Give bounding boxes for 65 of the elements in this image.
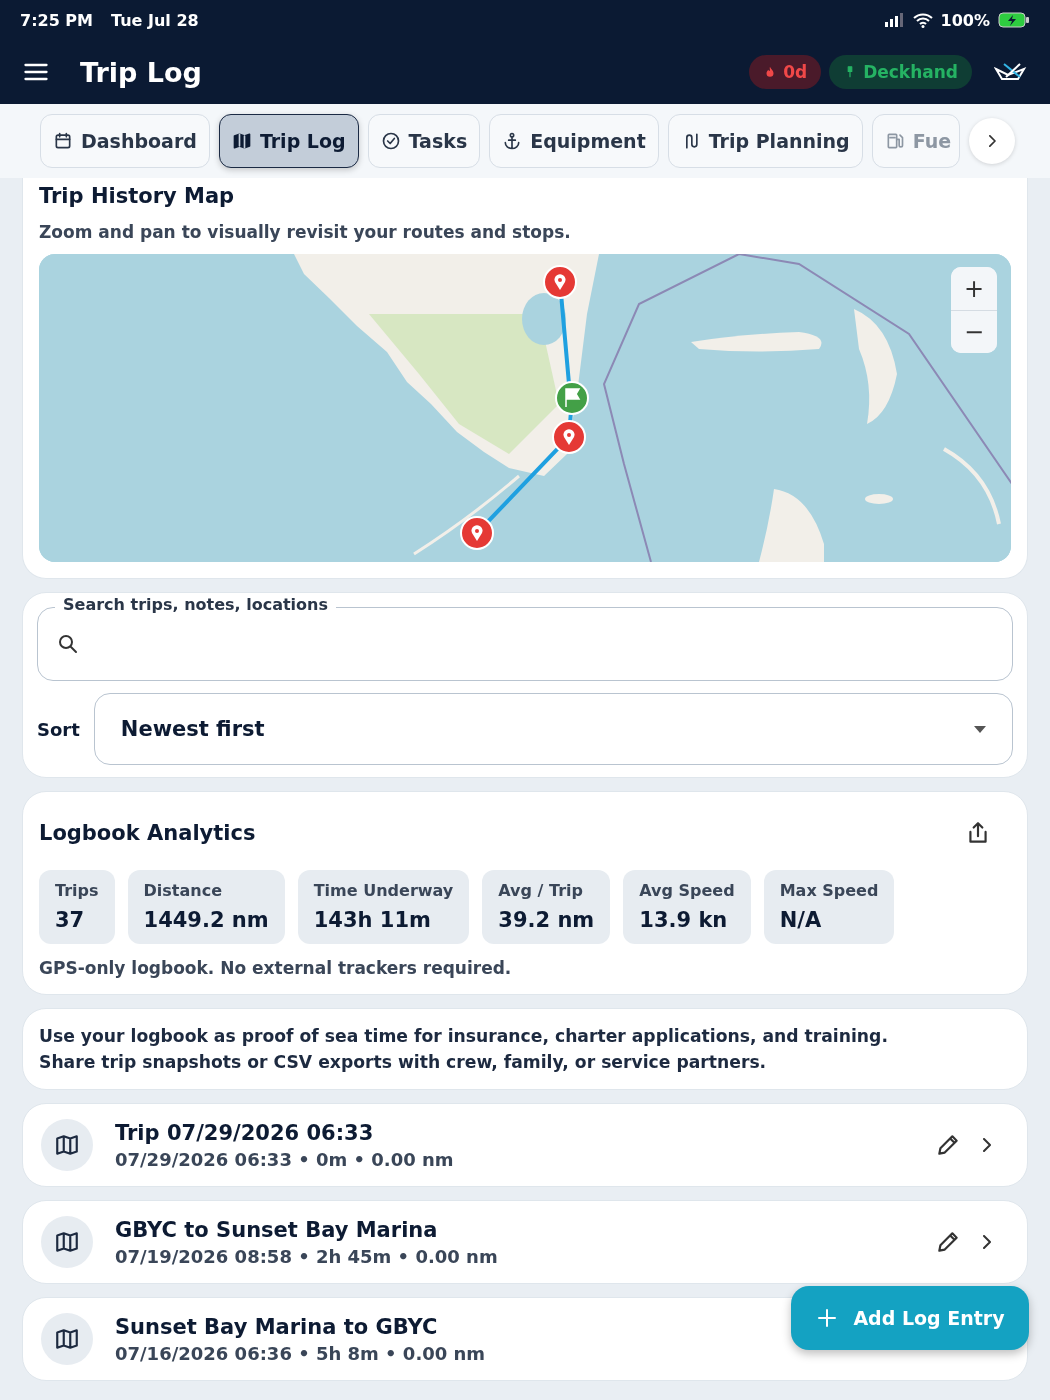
status-date: Tue Jul 28 — [111, 10, 199, 30]
map-pin-icon[interactable] — [543, 265, 577, 299]
map-pin-icon[interactable] — [552, 420, 586, 454]
trip-title: Trip 07/29/2026 06:33 — [115, 1120, 375, 1145]
wifi-icon — [912, 12, 933, 28]
stat-label: Distance — [143, 881, 223, 900]
check-circle-icon — [380, 131, 401, 151]
flag-marker-icon[interactable] — [555, 381, 589, 415]
open-button[interactable] — [983, 1138, 991, 1152]
nav-tab[interactable]: Tasks — [367, 114, 481, 168]
status-time: 7:25 PM — [20, 10, 93, 30]
chevron-right-icon — [983, 1235, 991, 1249]
map-icon — [54, 1326, 80, 1352]
analytics-note: GPS-only logbook. No external trackers required. — [39, 958, 513, 978]
signal-icon — [884, 13, 905, 27]
pencil-icon — [935, 1132, 961, 1158]
stat-label: Max Speed — [779, 881, 879, 900]
section-title: Logbook Analytics — [39, 821, 256, 845]
edit-button[interactable] — [935, 1229, 961, 1255]
open-button[interactable] — [983, 1235, 991, 1249]
section-subtitle: Zoom and pan to visually revisit your routes and stops. — [39, 222, 572, 242]
map-pin-icon[interactable] — [460, 516, 494, 550]
nav-tab[interactable]: Equipment — [489, 114, 659, 168]
trip-details: 07/16/2026 06:36 • 5h 8m • 0.00 nm — [115, 1342, 486, 1364]
badge-label: Deckhand — [863, 62, 958, 82]
edit-button[interactable] — [935, 1132, 961, 1158]
info-paragraph: Use your logbook as proof of sea time for insurance, charter applications, and training. Share trip snapshots or CSV exports with crew, family, or service partners. — [38, 1025, 889, 1074]
pencil-icon — [935, 1229, 961, 1255]
nav-tab[interactable]: Trip Planning — [667, 114, 863, 168]
nav-tab[interactable]: Dashboard — [40, 114, 210, 168]
map-icon — [231, 131, 252, 151]
search-field-label: Search trips, notes, locations — [55, 595, 336, 614]
stat-value: 1449.2 nm — [143, 908, 269, 932]
nav-tab[interactable]: Trip Log — [218, 114, 359, 168]
stat-label: Time Underway — [313, 881, 454, 900]
map-icon — [54, 1229, 80, 1255]
stat-value: 13.9 kn — [639, 908, 729, 932]
stat-value: 37 — [55, 908, 86, 932]
stat-value: 39.2 nm — [498, 908, 595, 932]
chevron-right-icon — [983, 1138, 991, 1152]
trip-details: 07/29/2026 06:33 • 0m • 0.00 nm — [115, 1148, 454, 1170]
sort-dropdown[interactable]: Newest first — [93, 693, 1013, 765]
battery-charging-icon — [998, 12, 1030, 28]
section-title: Trip History Map — [39, 184, 236, 208]
trip-list-item[interactable]: GBYC to Sunset Bay Marina 07/19/2026 08:58 • 2h 45m • 0.00 nm — [22, 1200, 1028, 1284]
stat-label: Avg / Trip — [498, 881, 584, 900]
stat-value: N/A — [779, 908, 823, 932]
trip-title: Sunset Bay Marina to GBYC — [115, 1314, 439, 1339]
boat-logo-icon — [994, 61, 1028, 83]
battery-percent: 100% — [940, 10, 990, 30]
calendar-icon — [53, 131, 73, 151]
trip-details: 07/19/2026 08:58 • 2h 45m • 0.00 nm — [115, 1245, 498, 1267]
stat-label: Trips — [55, 881, 99, 900]
trip-title: GBYC to Sunset Bay Marina — [115, 1217, 439, 1242]
page-title: Trip Log — [80, 56, 203, 88]
trip-list-item[interactable]: Trip 07/29/2026 06:33 07/29/2026 06:33 • 0m • 0.00 nm — [22, 1103, 1028, 1187]
map-icon — [54, 1132, 80, 1158]
dropdown-caret-icon — [974, 725, 986, 733]
badge-label: 0d — [783, 62, 808, 82]
search-icon — [56, 632, 80, 656]
sort-label: Sort — [37, 718, 80, 740]
stat-label: Avg Speed — [639, 881, 735, 900]
stat-value: 143h 11m — [313, 908, 432, 932]
zoom-out-button[interactable]: − — [951, 310, 997, 353]
chevron-right-icon — [988, 135, 996, 147]
